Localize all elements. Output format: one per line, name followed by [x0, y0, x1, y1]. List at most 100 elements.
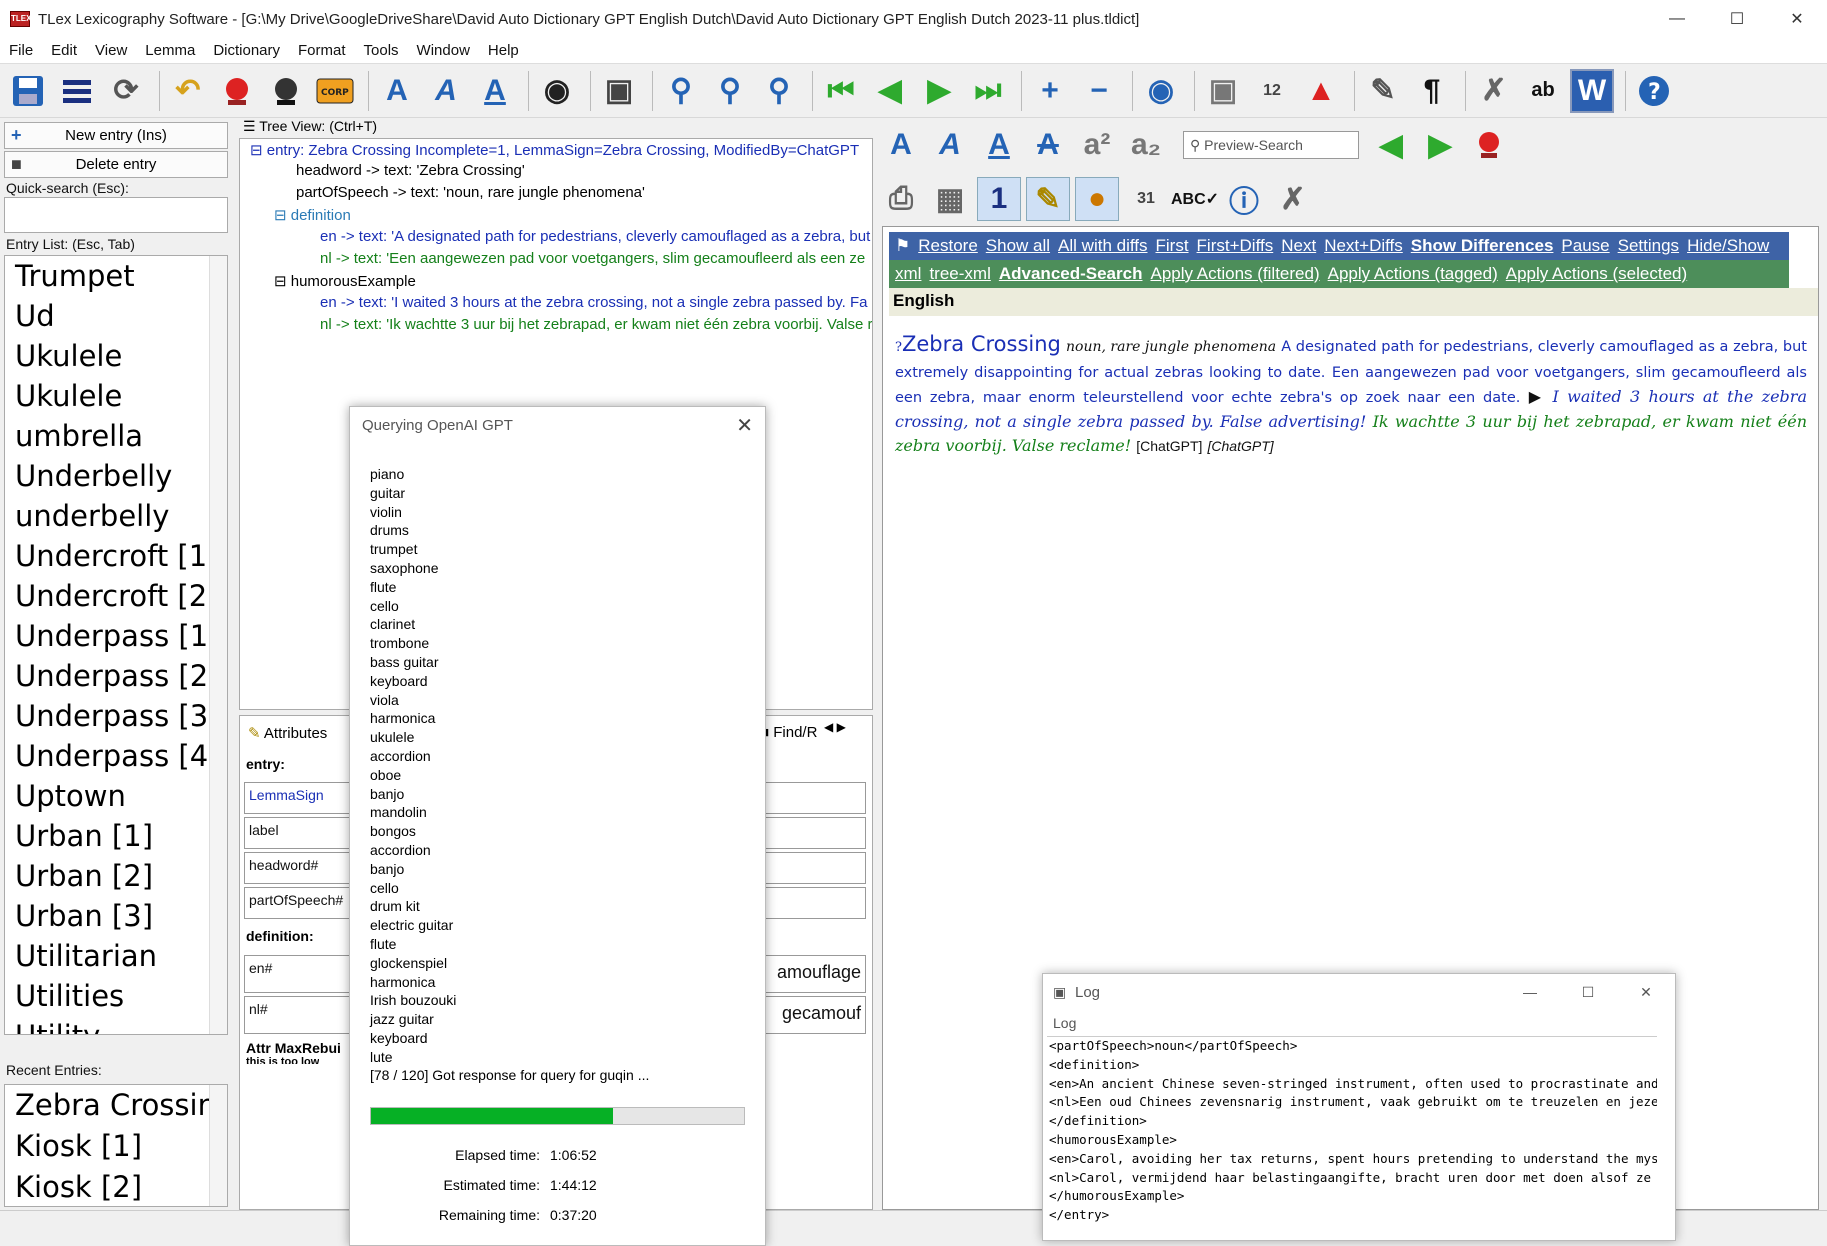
recent-list-scrollbar[interactable] — [209, 1085, 227, 1206]
list-item[interactable]: Ud — [5, 296, 227, 336]
link-restore[interactable]: Restore — [918, 236, 978, 256]
menu-lemma[interactable]: Lemma — [136, 42, 204, 59]
menu-window[interactable]: Window — [408, 42, 479, 59]
list-item[interactable]: Uptown — [5, 776, 227, 816]
scroll-left-icon[interactable]: ◀ — [824, 720, 833, 734]
entry-list[interactable]: Trumpet Ud Ukulele Ukulele umbrella Unde… — [4, 255, 228, 1035]
link-all-with-diffs[interactable]: All with diffs — [1058, 236, 1147, 256]
tab-scroll-buttons[interactable]: ◀ ▶ — [824, 720, 846, 734]
pen-icon[interactable]: ✎ — [1361, 69, 1405, 113]
list-item[interactable]: Kiosk [1] — [5, 1126, 227, 1167]
previous-entry-icon[interactable]: ◀ — [868, 69, 912, 113]
tree-node-humorous-example[interactable]: ⊟ humorousExample — [274, 272, 416, 290]
list-icon[interactable] — [55, 69, 99, 113]
tree-node-def-nl[interactable]: nl -> text: 'Een aangewezen pad voor voe… — [320, 250, 865, 267]
list-item[interactable]: Undercroft [2] — [5, 576, 227, 616]
find-in-document-icon[interactable]: ▣ — [597, 69, 641, 113]
menu-edit[interactable]: Edit — [42, 42, 86, 59]
list-item[interactable]: Underpass [1] — [5, 616, 227, 656]
link-hide-show[interactable]: Hide/Show — [1687, 236, 1769, 256]
list-item[interactable]: Zebra Crossing — [5, 1085, 227, 1126]
menu-view[interactable]: View — [86, 42, 136, 59]
tree-node-headword[interactable]: headword -> text: 'Zebra Crossing' — [296, 162, 525, 179]
list-item[interactable]: umbrella — [5, 416, 227, 456]
find-replace-tab[interactable]: ■ Find/R — [760, 724, 817, 741]
maximize-icon[interactable]: ☐ — [1707, 0, 1767, 38]
warning-icon[interactable]: ▲ — [1299, 69, 1343, 113]
preview-font-underline-icon[interactable]: A — [977, 123, 1021, 167]
delete-entry-button[interactable]: ■ Delete entry — [4, 151, 228, 178]
save-icon[interactable] — [6, 69, 50, 113]
collapse-icon[interactable]: ⊟ — [274, 273, 291, 290]
recent-entries-list[interactable]: Zebra Crossing Kiosk [1] Kiosk [2] — [4, 1084, 228, 1207]
preview-font-italic-icon[interactable]: A — [928, 123, 972, 167]
refresh-icon[interactable]: ⟳ — [104, 69, 148, 113]
tree-node-definition[interactable]: ⊟ definition — [274, 206, 351, 224]
list-item[interactable]: Urban [3] — [5, 896, 227, 936]
link-first-diffs[interactable]: First+Diffs — [1197, 236, 1274, 256]
link-apply-selected[interactable]: Apply Actions (selected) — [1506, 264, 1687, 284]
globe-icon[interactable]: ◉ — [1139, 69, 1183, 113]
black-stamp-icon[interactable] — [264, 69, 308, 113]
preview-font-bold-icon[interactable]: A — [879, 123, 923, 167]
link-settings[interactable]: Settings — [1618, 236, 1679, 256]
link-xml[interactable]: xml — [895, 264, 921, 284]
menu-tools[interactable]: Tools — [355, 42, 408, 59]
preview-forward-icon[interactable]: ▶ — [1418, 123, 1462, 167]
undo-icon[interactable]: ↶ — [166, 69, 210, 113]
preview-stamp-icon[interactable] — [1467, 123, 1511, 167]
plus-icon[interactable]: + — [1028, 69, 1072, 113]
collapse-icon[interactable]: ⊟ — [274, 207, 291, 224]
list-item[interactable]: underbelly — [5, 496, 227, 536]
log-close-icon[interactable]: ✕ — [1617, 974, 1675, 1010]
zoom-out-icon[interactable]: ⚲ — [757, 69, 801, 113]
red-stamp-icon[interactable] — [215, 69, 259, 113]
scroll-right-icon[interactable]: ▶ — [837, 720, 846, 734]
quick-search-input[interactable] — [4, 197, 228, 233]
binoculars-icon[interactable]: ◉ — [535, 69, 579, 113]
link-pause[interactable]: Pause — [1561, 236, 1609, 256]
list-item[interactable]: Underbelly — [5, 456, 227, 496]
tree-node-hum-nl[interactable]: nl -> text: 'Ik wachtte 3 uur bij het ze… — [320, 316, 872, 333]
list-item[interactable]: Undercroft [1] — [5, 536, 227, 576]
menu-file[interactable]: File — [0, 42, 42, 59]
new-entry-button[interactable]: + New entry (Ins) — [4, 122, 228, 149]
link-tree-xml[interactable]: tree-xml — [929, 264, 990, 284]
list-item[interactable]: Utilitarian — [5, 936, 227, 976]
tree-node-def-en[interactable]: en -> text: 'A designated path for pedes… — [320, 228, 870, 245]
list-item[interactable]: Utility — [5, 1016, 227, 1034]
entry-preview[interactable]: ?Zebra Crossing noun, rare jungle phenom… — [895, 332, 1807, 458]
preview-font-strike-icon[interactable]: A — [1026, 123, 1070, 167]
entry-list-scrollbar[interactable] — [209, 256, 227, 1034]
next-entry-icon[interactable]: ▶ — [917, 69, 961, 113]
help-icon[interactable]: ? — [1632, 69, 1676, 113]
last-entry-icon[interactable]: ⏭ — [966, 69, 1010, 113]
preview-back-icon[interactable]: ◀ — [1369, 123, 1413, 167]
pilcrow-icon[interactable]: ¶ — [1410, 69, 1454, 113]
first-entry-icon[interactable]: ⏮ — [819, 69, 863, 113]
link-show-all[interactable]: Show all — [986, 236, 1050, 256]
notes-icon[interactable]: ✎ — [1026, 177, 1070, 221]
tree-node-pos[interactable]: partOfSpeech -> text: 'noun, rare jungle… — [296, 184, 645, 201]
list-item[interactable]: Urban [2] — [5, 856, 227, 896]
preview-calendar-icon[interactable]: 31 — [1124, 177, 1168, 221]
list-item[interactable]: Utilities — [5, 976, 227, 1016]
link-advanced-search[interactable]: Advanced-Search — [999, 264, 1143, 284]
log-output[interactable]: <partOfSpeech>noun</partOfSpeech> <defin… — [1047, 1036, 1657, 1242]
link-apply-filtered[interactable]: Apply Actions (filtered) — [1150, 264, 1319, 284]
spelling-ab-icon[interactable]: ab — [1521, 69, 1565, 113]
close-icon[interactable]: ✕ — [1767, 0, 1827, 38]
log-minimize-icon[interactable]: — — [1501, 974, 1559, 1010]
preview-search-input[interactable]: ⚲ Preview-Search — [1183, 131, 1359, 159]
font-outline-icon[interactable]: A — [473, 69, 517, 113]
link-show-differences[interactable]: Show Differences — [1411, 236, 1554, 256]
presentation-icon[interactable]: ▣ — [1201, 69, 1245, 113]
link-next[interactable]: Next — [1281, 236, 1316, 256]
minus-icon[interactable]: − — [1077, 69, 1121, 113]
minimize-icon[interactable]: — — [1647, 0, 1707, 38]
collapse-icon[interactable]: ⊟ — [250, 142, 267, 159]
printer-icon[interactable]: ⎙ — [879, 177, 923, 221]
list-item[interactable]: Underpass [4] — [5, 736, 227, 776]
font-bold-icon[interactable]: A — [375, 69, 419, 113]
single-entry-icon[interactable]: 1 — [977, 177, 1021, 221]
